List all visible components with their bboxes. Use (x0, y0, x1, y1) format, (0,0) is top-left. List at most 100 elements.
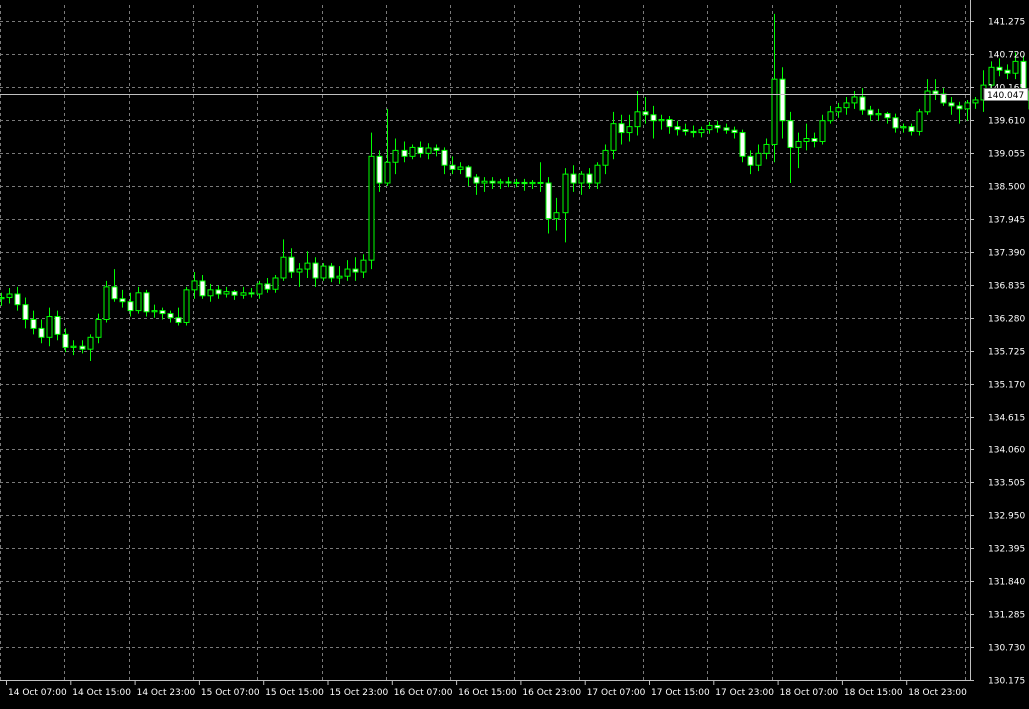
y-tick-label: 135.725 (988, 348, 1025, 358)
candle-body-up (320, 265, 327, 279)
x-tick-label: 17 Oct 07:00 (587, 688, 646, 698)
candle-body-down (22, 304, 29, 321)
candle-body-up (296, 268, 303, 273)
candle (103, 280, 110, 323)
x-tick-label: 18 Oct 15:00 (844, 688, 903, 698)
candle-body-up (658, 119, 665, 122)
chart-canvas[interactable]: 141.275140.720140.165139.610139.055138.5… (0, 0, 1029, 705)
candle-body-down (1004, 69, 1011, 74)
candle-body-down (231, 291, 238, 296)
candle-body-down (328, 265, 335, 279)
candle-body-down (264, 283, 271, 290)
candle-body-up (843, 102, 850, 109)
candle-body-down (159, 310, 166, 315)
x-tick-label: 15 Oct 23:00 (330, 688, 389, 698)
candle-body-up (795, 140, 802, 148)
candle-body-down (376, 155, 383, 184)
x-tick-label: 17 Oct 15:00 (651, 688, 710, 698)
candle-body-up (964, 102, 971, 110)
candle-body-up (135, 292, 142, 312)
candle-body-up (771, 78, 778, 145)
candlestick-chart[interactable]: 141.275140.720140.165139.610139.055138.5… (0, 0, 1029, 705)
x-tick-label: 18 Oct 07:00 (780, 688, 839, 698)
candle-body-down (489, 180, 496, 184)
candle-body-up (223, 291, 230, 295)
candle-body-up (827, 111, 834, 122)
candle-body-up (900, 126, 907, 129)
candle-body-down (111, 286, 118, 300)
candle-body-up (513, 181, 520, 184)
candle-body-up (207, 289, 214, 297)
candle-body-up (183, 289, 190, 323)
candle-body-down (731, 129, 738, 134)
candle-body-down (859, 96, 866, 111)
candle-body-down (570, 173, 577, 184)
candle-body-down (779, 78, 786, 122)
candle-body-down (288, 256, 295, 273)
candle-body-down (723, 127, 730, 131)
x-tick-label: 14 Oct 07:00 (8, 688, 67, 698)
y-tick-label: 136.835 (988, 282, 1025, 292)
candle-body-down (521, 181, 528, 185)
candle-body-down (932, 90, 939, 95)
candle-body-down (714, 124, 721, 129)
candle-body-up (698, 129, 705, 134)
candle-body-down (449, 164, 456, 170)
candle-body-up (851, 96, 858, 104)
candle-body-up (304, 262, 311, 270)
y-tick-label: 134.060 (988, 446, 1025, 456)
x-tick-label: 16 Oct 15:00 (458, 688, 517, 698)
candle-body-down (119, 298, 126, 303)
candle-body-down (127, 301, 134, 312)
current-price-label: 140.047 (987, 91, 1024, 101)
candle-body-down (940, 93, 947, 104)
candle-body-up (240, 292, 247, 296)
candle-body-up (151, 310, 158, 313)
candle-body-up (916, 111, 923, 132)
candle-body-down (948, 102, 955, 107)
y-tick-label: 138.500 (988, 183, 1025, 193)
candle-body-down (867, 109, 874, 116)
candle-body-up (368, 155, 375, 261)
candle-body-down (682, 129, 689, 132)
candle-body-up (763, 143, 770, 154)
candle-body-down (175, 317, 182, 323)
candle-body-up (392, 149, 399, 163)
candle-body-down (642, 111, 649, 116)
candle-body-down (739, 132, 746, 157)
candle-body-down (618, 123, 625, 134)
candle (320, 263, 327, 281)
candle-body-down (674, 126, 681, 131)
candle-body-down (473, 176, 480, 184)
candle-body-up (457, 166, 464, 170)
candle-body-up (481, 180, 488, 184)
candle-body-up (553, 212, 560, 220)
candle-body-up (875, 113, 882, 116)
candle-body-down (586, 173, 593, 184)
y-tick-label: 137.390 (988, 249, 1025, 259)
candle-body-up (706, 124, 713, 131)
candle-body-up (409, 146, 416, 157)
candle-body-up (562, 173, 569, 214)
candle-body-down (401, 149, 408, 157)
candle-body-up (755, 152, 762, 166)
candle (183, 286, 190, 326)
candle-body-up (344, 268, 351, 277)
candle-body-down (650, 114, 657, 122)
candle-body-up (634, 111, 641, 128)
candle-body-down (545, 182, 552, 220)
candle-body-down (465, 166, 472, 178)
y-tick-label: 141.275 (988, 18, 1025, 28)
candle-body-down (352, 268, 359, 273)
candle-body-up (384, 161, 391, 184)
y-tick-label: 132.950 (988, 512, 1025, 522)
candle-body-up (46, 316, 53, 338)
x-tick-label: 14 Oct 23:00 (137, 688, 196, 698)
y-tick-label: 139.055 (988, 150, 1025, 160)
y-tick-label: 136.280 (988, 315, 1025, 325)
candle-body-up (256, 283, 263, 295)
candle-body-up (578, 173, 585, 184)
candle-body-up (6, 293, 13, 299)
candle-body-up (0, 297, 5, 300)
candle-body-down (167, 313, 174, 319)
